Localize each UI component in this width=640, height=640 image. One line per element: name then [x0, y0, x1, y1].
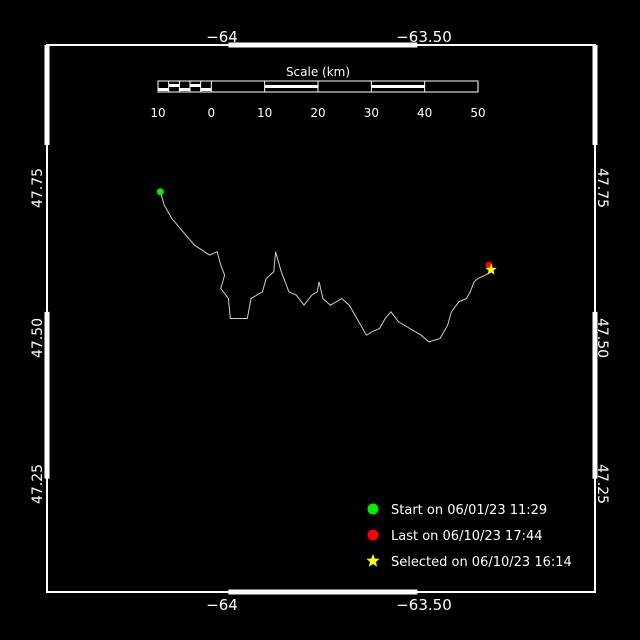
scale-fill	[371, 85, 425, 88]
y-tick-left-label: 47.75	[30, 168, 46, 208]
x-tick-bottom-label: −64	[206, 596, 238, 614]
scale-fill	[168, 84, 180, 87]
scale-bar-tick-label: 10	[257, 106, 272, 120]
scale-fill	[190, 84, 201, 87]
track-line	[159, 191, 492, 343]
legend-selected-star-icon	[366, 554, 380, 567]
legend: Start on 06/01/23 11:29 Last on 06/10/23…	[366, 503, 572, 570]
scale-bar-segments	[157, 81, 426, 92]
scale-fill	[200, 88, 212, 91]
legend-selected-label: Selected on 06/10/23 16:14	[391, 555, 572, 570]
scale-fill	[264, 85, 318, 88]
scale-fill	[158, 88, 169, 91]
scale-bar-tick-label: 10	[150, 106, 165, 120]
scale-bar: Scale (km) 10 0 10 20 30 40 50	[150, 65, 485, 120]
legend-start-label: Start on 06/01/23 11:29	[391, 503, 547, 518]
scale-bar-tick-label: 20	[310, 106, 325, 120]
y-tick-right-label: 47.50	[594, 318, 610, 358]
scale-bar-title: Scale (km)	[286, 65, 350, 79]
x-tick-top-label: −63.50	[396, 28, 452, 46]
x-tick-top-label: −64	[206, 28, 238, 46]
start-marker[interactable]	[156, 188, 164, 196]
scale-bar-tick-label: 30	[364, 106, 379, 120]
legend-last-label: Last on 06/10/23 17:44	[391, 529, 543, 544]
legend-last-icon	[367, 529, 379, 541]
y-tick-right-label: 47.25	[594, 464, 610, 504]
map-canvas[interactable]: −64 −63.50 −64 −63.50 47.75 47.50 47.25 …	[0, 0, 640, 640]
y-tick-left-label: 47.50	[30, 318, 46, 358]
scale-fill	[179, 88, 190, 91]
scale-bar-tick-label: 50	[470, 106, 485, 120]
x-tick-bottom-label: −63.50	[396, 596, 452, 614]
legend-start-icon	[367, 503, 379, 515]
y-tick-left-label: 47.25	[30, 464, 46, 504]
scale-bar-tick-label: 40	[417, 106, 432, 120]
scale-bar-tick-label: 0	[208, 106, 216, 120]
y-tick-right-label: 47.75	[594, 168, 610, 208]
